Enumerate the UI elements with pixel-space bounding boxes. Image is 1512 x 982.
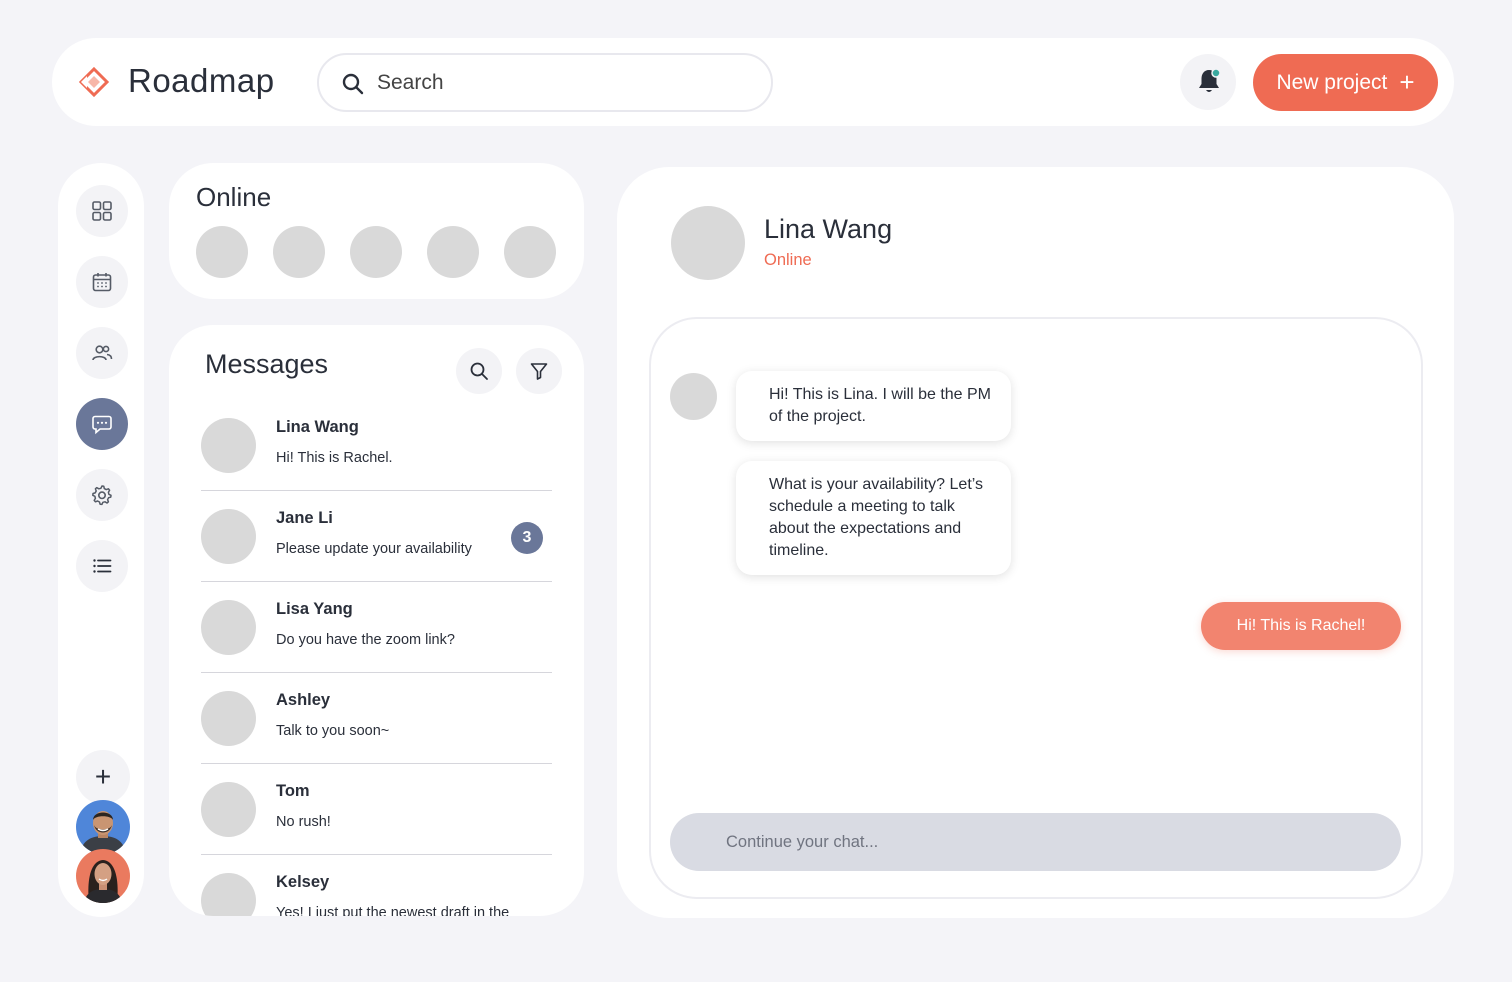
- online-avatar[interactable]: [196, 226, 248, 278]
- conversation-preview: Yes! I just put the newest draft in the: [276, 905, 510, 916]
- search-input[interactable]: [377, 67, 747, 99]
- online-avatar[interactable]: [427, 226, 479, 278]
- message-bubble-received: What is your availability? Let’s schedul…: [736, 461, 1011, 575]
- chat-message-input[interactable]: [670, 813, 1401, 871]
- avatar-user-1[interactable]: [76, 800, 130, 854]
- gear-icon: [92, 485, 112, 506]
- conversation-name: Jane Li: [276, 509, 333, 527]
- sidebar-item-calendar[interactable]: [76, 256, 128, 308]
- filter-icon: [530, 363, 548, 380]
- sidebar-item-team[interactable]: [76, 327, 128, 379]
- users-icon: [92, 345, 113, 361]
- conversation-item[interactable]: Tom No rush!: [201, 764, 552, 855]
- conversation-preview: Hi! This is Rachel.: [276, 450, 393, 466]
- conversation-item[interactable]: Jane Li Please update your availability …: [201, 491, 552, 582]
- conversation-name: Ashley: [276, 691, 331, 709]
- messages-filter-button[interactable]: [516, 348, 562, 394]
- add-button[interactable]: +: [76, 750, 130, 804]
- plus-icon: +: [1399, 66, 1415, 97]
- avatar: [201, 600, 256, 655]
- online-title: Online: [196, 182, 272, 212]
- brand-name[interactable]: Roadmap: [128, 62, 275, 100]
- conversation-name: Tom: [276, 782, 310, 800]
- avatar: [201, 418, 256, 473]
- conversation-name: Lina Wang: [276, 418, 359, 436]
- roadmap-logo-icon[interactable]: [78, 66, 110, 98]
- conversation-preview: Please update your availability: [276, 541, 472, 557]
- sender-avatar: [670, 373, 717, 420]
- conversation-preview: Talk to you soon~: [276, 723, 390, 739]
- sidebar-item-dashboard[interactable]: [76, 185, 128, 237]
- messages-title: Messages: [205, 349, 329, 379]
- new-project-button[interactable]: New project +: [1253, 54, 1438, 111]
- list-icon: [93, 559, 112, 573]
- bell-icon: [1199, 68, 1221, 92]
- new-project-label: New project: [1276, 70, 1388, 94]
- conversation-preview: Do you have the zoom link?: [276, 632, 455, 648]
- online-avatar[interactable]: [273, 226, 325, 278]
- search-bar[interactable]: [317, 53, 773, 112]
- conversation-item[interactable]: Ashley Talk to you soon~: [201, 673, 552, 764]
- messages-panel: Messages Lina Wang Hi! This is Rachel. J…: [169, 325, 584, 916]
- message-bubble-sent: Hi! This is Rachel!: [1201, 602, 1401, 650]
- message-bubble-received: Hi! This is Lina. I will be the PM of th…: [736, 371, 1011, 441]
- avatar: [201, 691, 256, 746]
- calendar-icon: [92, 273, 112, 292]
- avatar: [201, 873, 256, 916]
- messages-search-button[interactable]: [456, 348, 502, 394]
- conversation-preview: No rush!: [276, 814, 331, 830]
- online-avatar[interactable]: [504, 226, 556, 278]
- conversation-name: Lisa Yang: [276, 600, 353, 618]
- search-icon: [342, 73, 364, 95]
- avatar-user-2[interactable]: [76, 849, 130, 903]
- sidebar-item-settings[interactable]: [76, 469, 128, 521]
- grid-icon: [92, 201, 112, 221]
- avatar: [201, 782, 256, 837]
- unread-badge: 3: [511, 522, 543, 554]
- search-icon: [470, 362, 488, 380]
- sidebar-item-list[interactable]: [76, 540, 128, 592]
- contact-avatar[interactable]: [671, 206, 745, 280]
- plus-icon: +: [94, 761, 112, 792]
- chat-icon: [92, 415, 112, 435]
- contact-name: Lina Wang: [764, 214, 893, 244]
- online-avatar[interactable]: [350, 226, 402, 278]
- conversation-item[interactable]: Kelsey Yes! I just put the newest draft …: [201, 855, 552, 916]
- sidebar-item-messages[interactable]: [76, 398, 128, 450]
- contact-status: Online: [764, 251, 812, 269]
- notifications-button[interactable]: [1180, 54, 1236, 110]
- conversation-item[interactable]: Lisa Yang Do you have the zoom link?: [201, 582, 552, 673]
- conversation-item[interactable]: Lina Wang Hi! This is Rachel.: [201, 400, 552, 491]
- avatar: [201, 509, 256, 564]
- conversation-name: Kelsey: [276, 873, 330, 891]
